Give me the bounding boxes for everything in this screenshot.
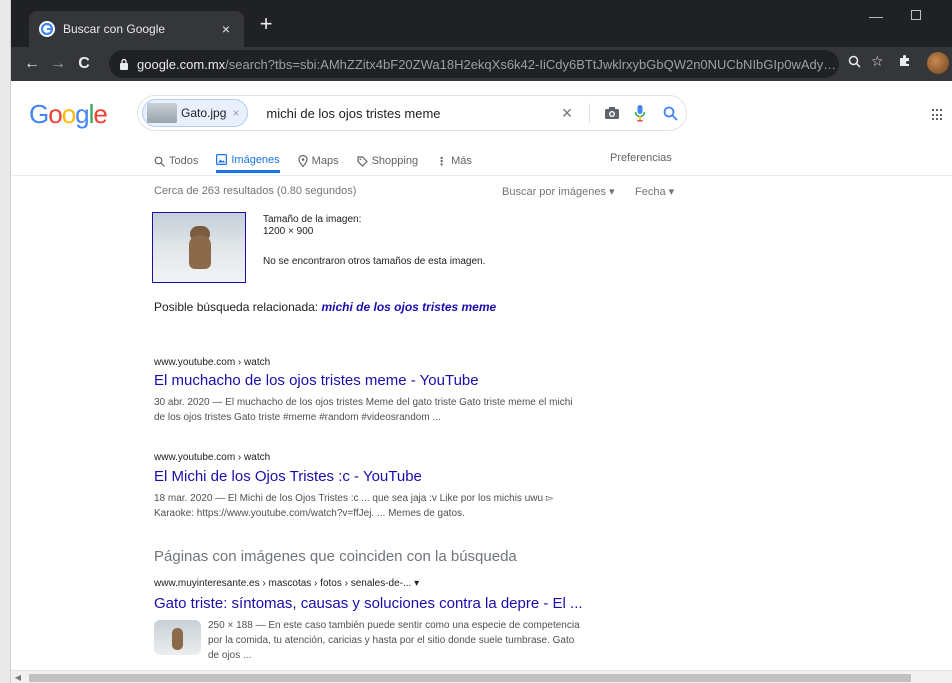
background-window-edge xyxy=(0,0,11,683)
result-cite: www.youtube.com › watch xyxy=(154,452,271,463)
preferencias-link[interactable]: Preferencias xyxy=(610,152,672,164)
chip-thumbnail xyxy=(147,103,177,123)
tab-todos[interactable]: Todos xyxy=(154,149,198,173)
tag-icon xyxy=(356,155,368,167)
google-apps-icon[interactable] xyxy=(932,109,944,121)
logo-letter: o xyxy=(61,99,77,129)
browser-toolbar: ← → C google.com.mx /search?tbs=sbi:AMhZ… xyxy=(11,47,952,81)
date-filter-dropdown[interactable]: Fecha ▾ xyxy=(635,185,674,198)
cat-body-shape xyxy=(189,235,211,269)
tab-title: Buscar con Google xyxy=(63,22,166,36)
bookmark-star-icon[interactable]: ☆ xyxy=(871,53,884,70)
back-button[interactable]: ← xyxy=(19,55,45,73)
browser-tab[interactable]: Buscar con Google × xyxy=(29,11,244,47)
microphone-icon[interactable] xyxy=(626,104,654,122)
tab-label: Imágenes xyxy=(231,153,280,166)
tab-label: Todos xyxy=(169,155,199,167)
image-size-label: Tamaño de la imagen: xyxy=(263,214,362,225)
lock-icon xyxy=(120,58,128,70)
related-search-link[interactable]: michi de los ojos tristes meme xyxy=(321,300,496,314)
snippet-line: Karaoke: https://www.youtube.com/watch?v… xyxy=(154,508,465,519)
scrollbar-thumb[interactable] xyxy=(29,674,911,682)
clear-search-icon[interactable]: × xyxy=(553,103,581,124)
minimize-button[interactable]: — xyxy=(869,8,883,24)
tab-label: Más xyxy=(451,155,472,167)
google-logo[interactable]: Google xyxy=(29,99,108,130)
logo-letter: e xyxy=(93,99,108,129)
search-box[interactable]: Gato.jpg × michi de los ojos tristes mem… xyxy=(137,95,687,131)
logo-letter: G xyxy=(29,99,49,129)
result-stats: Cerca de 263 resultados (0.80 segundos) xyxy=(154,185,357,197)
image-icon xyxy=(216,154,228,165)
snippet-line: 30 abr. 2020 — El muchacho de los ojos t… xyxy=(154,397,573,408)
new-tab-button[interactable]: + xyxy=(254,13,278,35)
tab-label: Shopping xyxy=(371,155,419,167)
profile-avatar[interactable] xyxy=(927,52,949,74)
result-thumbnail[interactable] xyxy=(154,620,201,655)
snippet-line: 18 mar. 2020 — El Michi de los Ojos Tris… xyxy=(154,493,554,504)
google-favicon-icon xyxy=(39,21,55,37)
forward-button[interactable]: → xyxy=(45,55,71,73)
tab-mas[interactable]: ⋮ Más xyxy=(436,149,472,173)
logo-letter: o xyxy=(48,99,63,129)
search-icon[interactable] xyxy=(654,106,686,121)
result-snippet: 250 × 188 — En este caso también puede s… xyxy=(208,618,638,663)
result-title-link[interactable]: El Michi de los Ojos Tristes :c - YouTub… xyxy=(154,468,422,485)
search-icon xyxy=(154,156,165,167)
related-search: Posible búsqueda relacionada: michi de l… xyxy=(154,300,496,314)
query-image-thumbnail[interactable] xyxy=(152,212,246,283)
related-prefix: Posible búsqueda relacionada: xyxy=(154,300,322,314)
result-cite[interactable]: www.muyinteresante.es › mascotas › fotos… xyxy=(154,578,419,589)
address-bar[interactable]: google.com.mx /search?tbs=sbi:AMhZZitx4b… xyxy=(109,50,839,78)
horizontal-scrollbar[interactable]: ◀ xyxy=(11,670,952,683)
map-pin-icon xyxy=(298,155,308,167)
chip-label: Gato.jpg xyxy=(181,106,227,120)
tab-shopping[interactable]: Shopping xyxy=(356,149,419,173)
tab-imagenes[interactable]: Imágenes xyxy=(216,149,280,173)
image-query-chip[interactable]: Gato.jpg × xyxy=(142,99,249,127)
tab-label: Maps xyxy=(311,155,339,167)
result-title-link[interactable]: El muchacho de los ojos tristes meme - Y… xyxy=(154,372,479,389)
extensions-puzzle-icon[interactable] xyxy=(898,54,911,70)
title-bar: Buscar con Google × + — xyxy=(11,0,952,47)
scroll-left-icon[interactable]: ◀ xyxy=(11,672,25,683)
image-size-value: 1200 × 900 xyxy=(263,226,314,237)
result-title-link[interactable]: Gato triste: síntomas, causas y solucion… xyxy=(154,595,583,612)
snippet-line: por la comida, tu atención, caricias y h… xyxy=(208,635,575,646)
maximize-button[interactable] xyxy=(911,10,921,20)
no-other-sizes-text: No se encontraron otros tamaños de esta … xyxy=(263,256,486,267)
tab-close-icon[interactable]: × xyxy=(218,21,234,37)
result-snippet: 30 abr. 2020 — El muchacho de los ojos t… xyxy=(154,395,634,425)
snippet-line: de los ojos tristes Gato triste #meme #r… xyxy=(154,412,441,423)
more-vert-icon: ⋮ xyxy=(436,155,448,168)
snippet-line: 250 × 188 — En este caso también puede s… xyxy=(208,620,580,631)
chip-close-icon[interactable]: × xyxy=(232,106,239,120)
logo-letter: g xyxy=(75,99,90,129)
camera-icon[interactable] xyxy=(598,106,626,120)
reload-button[interactable]: C xyxy=(71,55,97,73)
url-domain: google.com.mx xyxy=(137,56,226,72)
search-by-images-dropdown[interactable]: Buscar por imágenes ▾ xyxy=(502,185,615,198)
search-divider xyxy=(589,103,590,123)
search-input[interactable]: michi de los ojos tristes meme xyxy=(266,106,553,121)
snippet-line: de ojos ... xyxy=(208,650,252,661)
url-path: /search?tbs=sbi:AMhZZitx4bF20ZWa18H2ekqX… xyxy=(225,56,839,72)
matching-pages-heading: Páginas con imágenes que coinciden con l… xyxy=(154,548,517,565)
browser-window: Buscar con Google × + — ← → C google.com… xyxy=(0,0,952,683)
tab-maps[interactable]: Maps xyxy=(298,149,339,173)
google-header: Google Gato.jpg × michi de los ojos tris… xyxy=(11,81,952,176)
search-tabs: Todos Imágenes Maps Shopping ⋮ Más xyxy=(154,149,490,173)
zoom-icon[interactable] xyxy=(848,55,861,71)
result-snippet: 18 mar. 2020 — El Michi de los Ojos Tris… xyxy=(154,491,634,521)
result-cite: www.youtube.com › watch xyxy=(154,357,271,368)
